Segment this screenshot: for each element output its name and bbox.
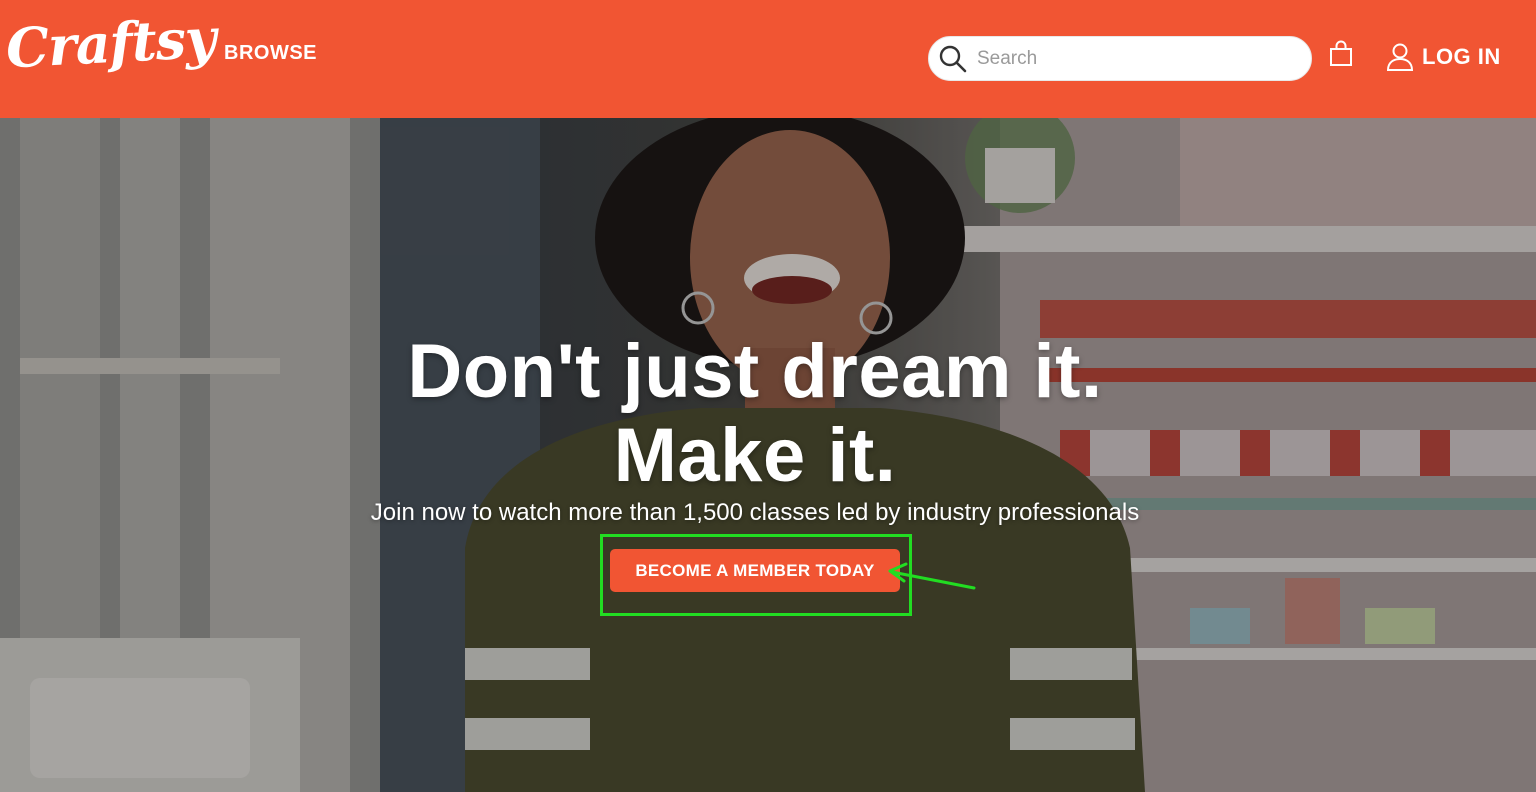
site-header: Craftsy BROWSE LOG IN — [0, 0, 1536, 118]
become-member-button[interactable]: BECOME A MEMBER TODAY — [610, 549, 900, 592]
hero-section: Don't just dream it. Make it. Join now t… — [0, 118, 1536, 792]
user-icon — [1386, 43, 1414, 71]
login-link[interactable]: LOG IN — [1386, 40, 1501, 74]
craftsy-logo[interactable]: Craftsy — [4, 1, 217, 86]
headline-line-2: Make it. — [613, 413, 897, 498]
shopping-bag-icon[interactable] — [1328, 40, 1354, 68]
headline-line-1: Don't just dream it. — [407, 329, 1103, 414]
login-label: LOG IN — [1422, 44, 1501, 69]
search-bar[interactable] — [928, 36, 1312, 81]
hero-headline: Don't just dream it. Make it. — [0, 330, 1510, 498]
hero-subheadline: Join now to watch more than 1,500 classe… — [370, 499, 1140, 526]
arrow-icon — [888, 562, 976, 590]
search-icon — [939, 45, 967, 73]
browse-link[interactable]: BROWSE — [224, 40, 317, 66]
search-input[interactable] — [975, 45, 1295, 73]
